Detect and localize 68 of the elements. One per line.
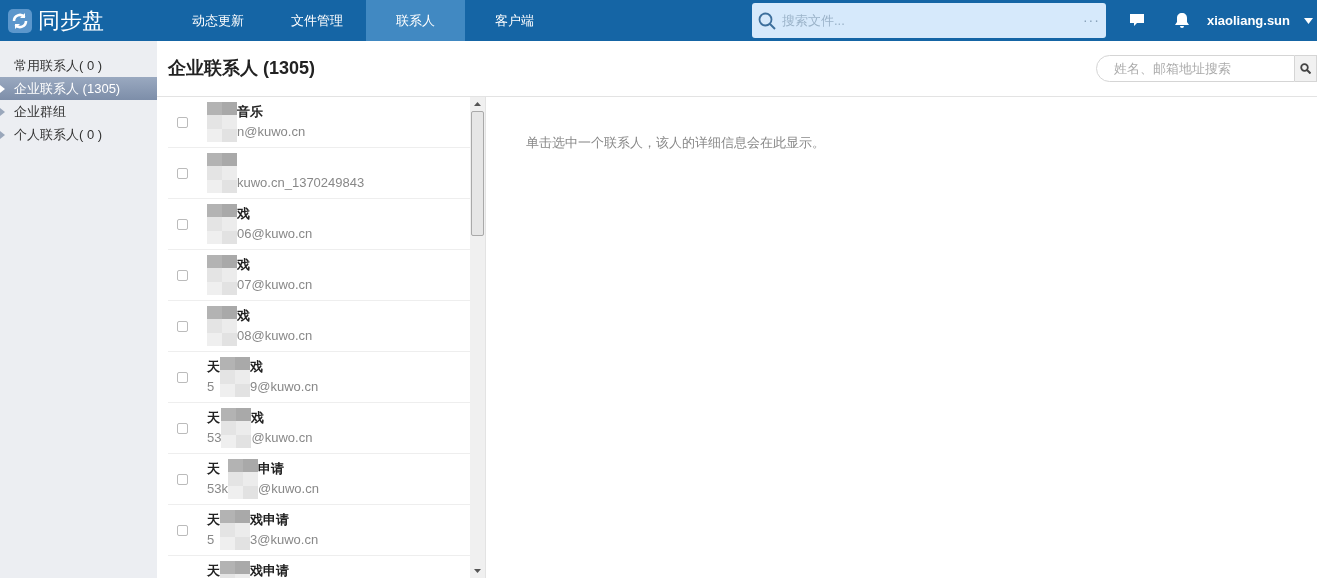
redaction-mosaic bbox=[221, 408, 252, 448]
checkbox[interactable] bbox=[177, 422, 188, 434]
detail-hint-text: 单击选中一个联系人，该人的详细信息会在此显示。 bbox=[526, 135, 825, 150]
scrollbar-thumb[interactable] bbox=[471, 111, 484, 236]
search-button[interactable] bbox=[1295, 55, 1317, 82]
redaction-mosaic bbox=[220, 510, 250, 550]
contact-name: 天 bbox=[207, 511, 220, 530]
contact-name: 戏申请 bbox=[250, 562, 289, 578]
scroll-up-arrow-icon[interactable] bbox=[474, 102, 481, 106]
checkbox[interactable] bbox=[177, 371, 188, 383]
scrollbar[interactable] bbox=[470, 97, 486, 578]
contact-name: 戏 bbox=[237, 205, 251, 224]
redaction-mosaic bbox=[207, 153, 237, 193]
redaction-mosaic bbox=[207, 204, 237, 244]
redaction-mosaic bbox=[220, 357, 250, 397]
contact-email: n@kuwo.cn bbox=[237, 123, 306, 142]
contact-email: @kuwo.cn bbox=[251, 429, 313, 448]
page-title: 企业联系人 (1305) bbox=[168, 57, 316, 80]
contact-name: 戏 bbox=[251, 409, 266, 428]
search-icon bbox=[1300, 63, 1311, 74]
contact-name: 戏 bbox=[237, 256, 251, 275]
username-menu[interactable]: xiaoliang.sun bbox=[1206, 10, 1290, 31]
checkbox[interactable] bbox=[177, 524, 188, 536]
search-icon bbox=[757, 11, 776, 30]
sidebar-item[interactable]: 常用联系人( 0 ) bbox=[0, 54, 157, 77]
contact-email: kuwo.cn_1370249843 bbox=[237, 174, 365, 193]
sidebar-item[interactable]: 企业群组 bbox=[0, 100, 157, 123]
contact-email: 5 bbox=[207, 531, 216, 550]
checkbox[interactable] bbox=[177, 116, 188, 128]
contact-name: 天 bbox=[207, 562, 220, 578]
notification-bell-icon[interactable] bbox=[1173, 12, 1190, 29]
contact-name: 申请 bbox=[257, 460, 285, 479]
contact-email: 5 bbox=[207, 378, 216, 397]
nav-tab[interactable]: 联系人 bbox=[366, 0, 465, 41]
contact-name: 天 bbox=[207, 409, 221, 428]
sync-logo-icon bbox=[8, 8, 32, 33]
contact-email: 9@kuwo.cn bbox=[250, 378, 319, 397]
checkbox[interactable] bbox=[177, 320, 188, 332]
contact-email: 53k bbox=[207, 480, 228, 499]
contact-email: @kuwo.cn bbox=[257, 480, 319, 499]
chat-icon[interactable] bbox=[1128, 13, 1145, 28]
checkbox[interactable] bbox=[177, 218, 188, 230]
redaction-mosaic bbox=[227, 459, 258, 499]
contact-email: 08@kuwo.cn bbox=[237, 327, 313, 346]
expand-arrow-icon[interactable] bbox=[0, 107, 5, 116]
caret-icon[interactable] bbox=[1304, 17, 1313, 24]
checkbox[interactable] bbox=[177, 473, 188, 485]
contact-name: 戏申请 bbox=[250, 511, 290, 530]
redaction-mosaic bbox=[207, 255, 237, 295]
redaction-mosaic bbox=[207, 102, 237, 142]
sidebar-item[interactable]: 个人联系人( 0 ) bbox=[0, 123, 157, 146]
checkbox[interactable] bbox=[177, 167, 188, 179]
contact-name: 戏 bbox=[250, 358, 264, 377]
contact-email: 07@kuwo.cn bbox=[237, 276, 313, 295]
expand-arrow-icon[interactable] bbox=[0, 84, 5, 93]
contact-name: 天 bbox=[207, 358, 220, 377]
contact-name: 戏 bbox=[237, 307, 251, 326]
scroll-down-arrow-icon[interactable] bbox=[474, 569, 481, 573]
contact-name: 音乐 bbox=[237, 103, 264, 122]
checkbox[interactable] bbox=[177, 269, 188, 281]
contact-email: 53 bbox=[207, 429, 222, 448]
app-logo-text: 同步盘 bbox=[38, 9, 104, 32]
contact-search-field[interactable]: 姓名、邮箱地址搜索 bbox=[1096, 55, 1295, 82]
expand-arrow-icon[interactable] bbox=[0, 130, 5, 139]
contact-email: 3@kuwo.cn bbox=[250, 531, 319, 550]
redaction-mosaic bbox=[207, 306, 237, 346]
contact-email: 06@kuwo.cn bbox=[237, 225, 313, 244]
contact-name: 天 bbox=[207, 460, 221, 479]
